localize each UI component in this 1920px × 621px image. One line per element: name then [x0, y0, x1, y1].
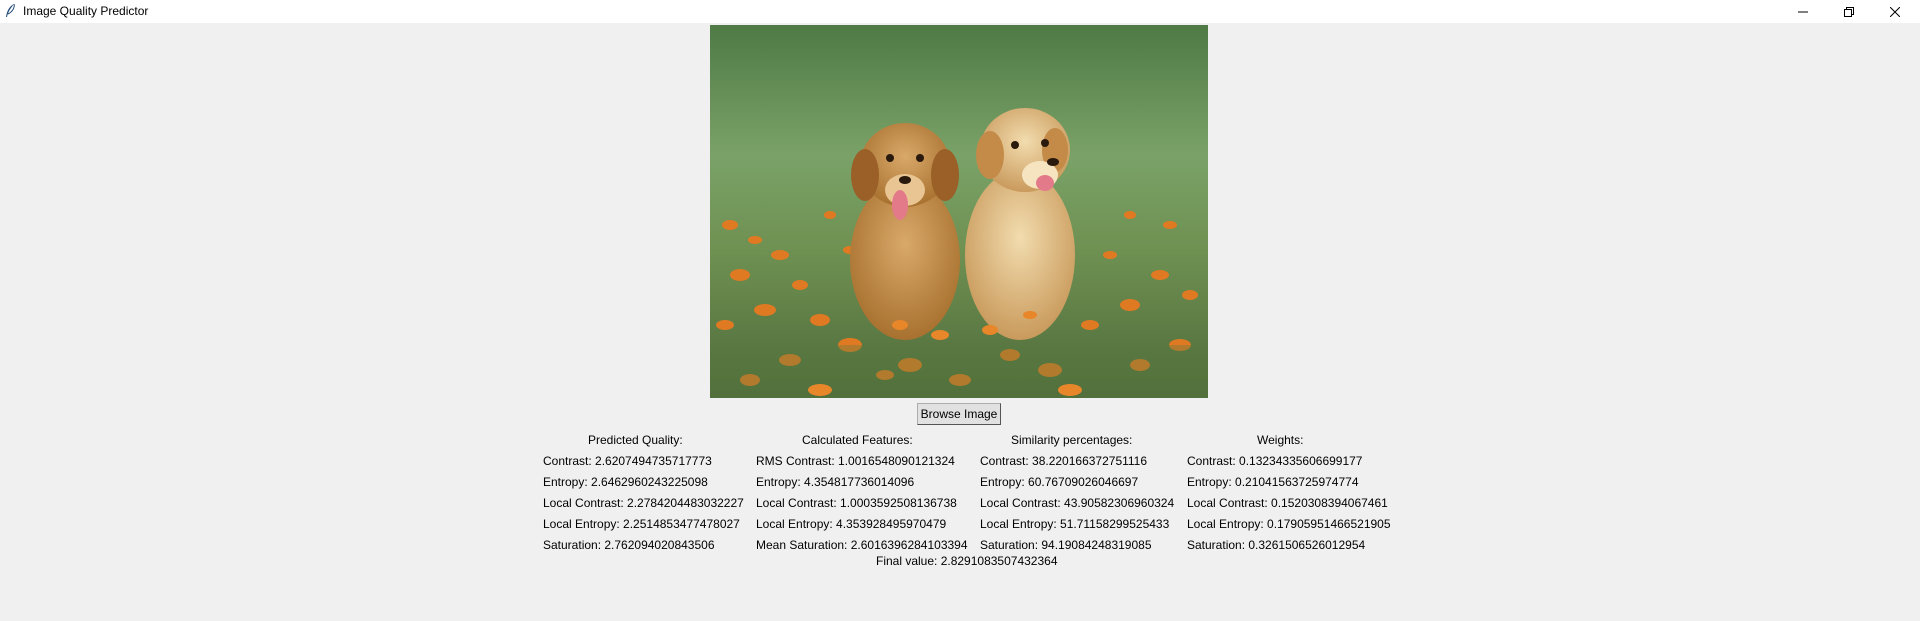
weight-entropy: Entropy: 0.21041563725974774	[1187, 475, 1359, 489]
predicted-entropy: Entropy: 2.6462960243225098	[543, 475, 708, 489]
feature-local-contrast: Local Contrast: 1.0003592508136738	[756, 496, 957, 510]
predicted-local-entropy: Local Entropy: 2.2514853477478027	[543, 517, 740, 531]
restore-button[interactable]	[1826, 0, 1872, 23]
weight-local-entropy: Local Entropy: 0.17905951466521905	[1187, 517, 1391, 531]
similarity-local-contrast: Local Contrast: 43.90582306960324	[980, 496, 1175, 510]
feather-app-icon	[4, 3, 16, 19]
similarity-contrast: Contrast: 38.220166372751116	[980, 454, 1148, 468]
feature-mean-saturation: Mean Saturation: 2.6016396284103394	[756, 538, 968, 552]
similarity-local-entropy: Local Entropy: 51.71158299525433	[980, 517, 1170, 531]
similarity-heading: Similarity percentages:	[1011, 433, 1133, 447]
minimize-button[interactable]	[1780, 0, 1826, 23]
predicted-quality-heading: Predicted Quality:	[588, 433, 683, 447]
predicted-saturation: Saturation: 2.762094020843506	[543, 538, 715, 552]
predicted-contrast: Contrast: 2.6207494735717773	[543, 454, 712, 468]
calculated-features-heading: Calculated Features:	[802, 433, 913, 447]
browse-image-button[interactable]: Browse Image	[917, 403, 1001, 425]
weight-local-contrast: Local Contrast: 0.1520308394067461	[1187, 496, 1388, 510]
puppies-photo	[710, 25, 1208, 398]
predicted-local-contrast: Local Contrast: 2.2784204483032227	[543, 496, 744, 510]
weights-heading: Weights:	[1257, 433, 1304, 447]
minimize-icon	[1798, 11, 1808, 12]
close-button[interactable]	[1872, 0, 1918, 23]
feature-local-entropy: Local Entropy: 4.353928495970479	[756, 517, 947, 531]
feature-entropy: Entropy: 4.354817736014096	[756, 475, 915, 489]
window-title: Image Quality Predictor	[23, 4, 149, 18]
final-value: Final value: 2.8291083507432364	[876, 554, 1058, 568]
weight-contrast: Contrast: 0.13234335606699177	[1187, 454, 1363, 468]
similarity-saturation: Saturation: 94.19084248319085	[980, 538, 1152, 552]
restore-icon	[1844, 6, 1854, 17]
weight-saturation: Saturation: 0.3261506526012954	[1187, 538, 1366, 552]
similarity-entropy: Entropy: 60.76709026046697	[980, 475, 1139, 489]
title-bar: Image Quality Predictor	[0, 0, 1920, 23]
close-icon	[1890, 6, 1900, 17]
feature-rms-contrast: RMS Contrast: 1.0016548090121324	[756, 454, 955, 468]
